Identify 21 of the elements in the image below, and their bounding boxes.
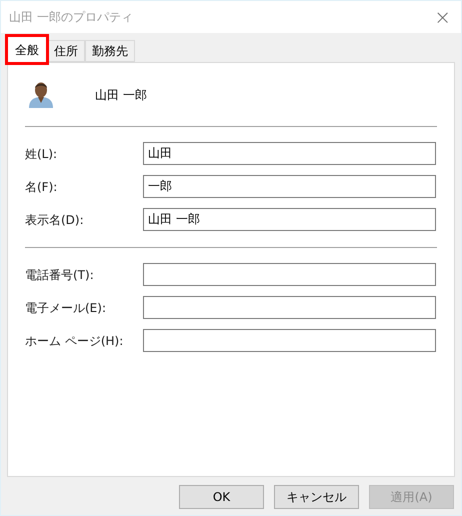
contact-name: 山田 一郎 [95, 86, 147, 104]
field-label: 電子メール(E): [25, 300, 107, 316]
field-label: 名(F): [25, 178, 58, 196]
tab[interactable]: 住所 [47, 40, 85, 62]
tab[interactable]: 全般 [7, 36, 47, 63]
input-field[interactable]: 山田 [143, 142, 436, 165]
field-label: 姓(L): [25, 146, 58, 162]
input-field[interactable] [143, 263, 436, 286]
input-field[interactable]: 一郎 [143, 175, 436, 198]
input-field[interactable] [143, 296, 436, 319]
person-icon [28, 80, 54, 108]
input-field[interactable]: 山田 一郎 [143, 208, 436, 231]
field-label: 電話番号(T): [25, 266, 95, 284]
field-label: 表示名(D): [25, 212, 85, 228]
field-label: ホーム ページ(H): [25, 332, 124, 350]
input-field[interactable] [143, 329, 436, 352]
close-button[interactable]: × [434, 7, 451, 27]
dialog-button[interactable]: OK [179, 485, 264, 509]
tab[interactable]: 勤務先 [85, 40, 135, 62]
dialog-button[interactable]: キャンセル [274, 485, 359, 509]
window-title: 山田 一郎のプロパティ [9, 9, 133, 26]
